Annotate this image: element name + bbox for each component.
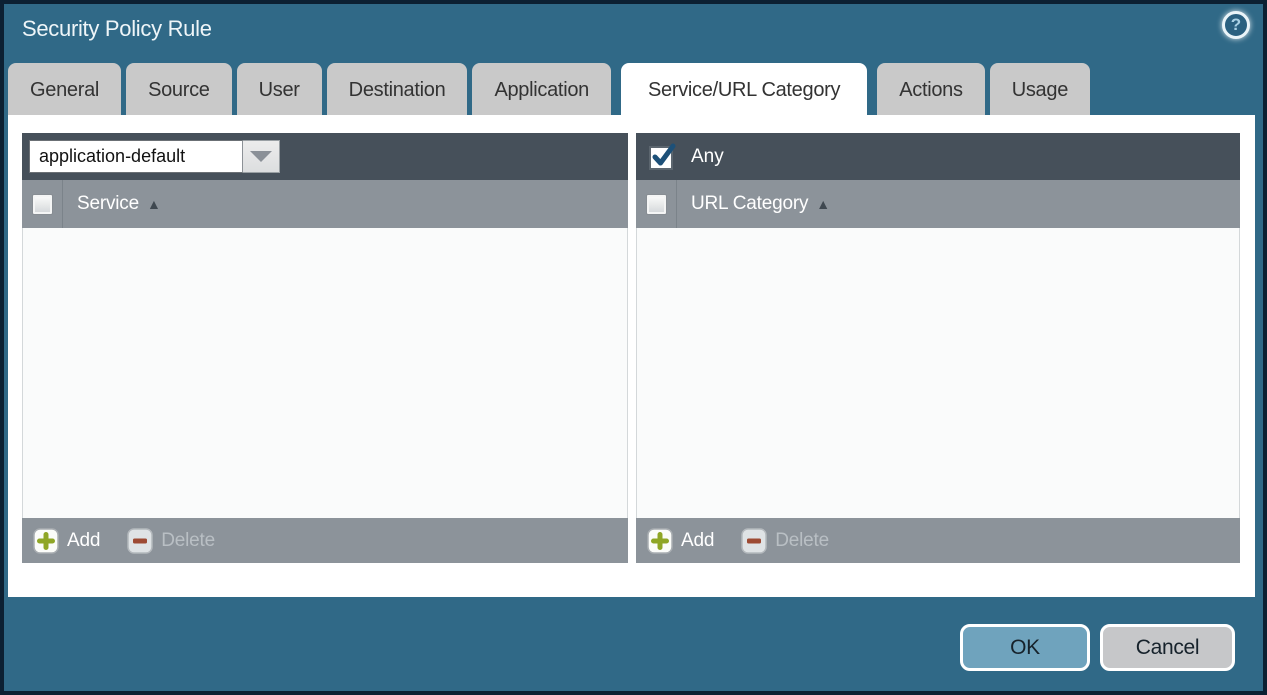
minus-icon xyxy=(127,528,153,554)
security-policy-rule-dialog: Security Policy Rule ? General Source Us… xyxy=(4,4,1263,691)
tab-content-area: Service ▲ Add Delete xyxy=(8,115,1255,597)
delete-button-label: Delete xyxy=(161,530,215,552)
url-category-add-button[interactable]: Add xyxy=(647,528,714,554)
service-table-header: Service ▲ xyxy=(22,180,628,228)
sort-asc-icon[interactable]: ▲ xyxy=(816,196,830,212)
service-delete-button[interactable]: Delete xyxy=(127,528,215,554)
dialog-title: Security Policy Rule xyxy=(22,16,212,42)
service-column-header[interactable]: Service xyxy=(77,193,139,215)
add-button-label: Add xyxy=(67,530,100,552)
url-category-panel: Any URL Category ▲ Add xyxy=(636,133,1240,563)
tab-usage[interactable]: Usage xyxy=(990,63,1090,115)
url-category-table-footer: Add Delete xyxy=(636,518,1240,563)
tab-bar: General Source User Destination Applicat… xyxy=(8,63,1090,115)
url-category-table-header: URL Category ▲ xyxy=(636,180,1240,228)
ok-button[interactable]: OK xyxy=(960,624,1090,671)
url-category-select-all-checkbox[interactable] xyxy=(636,180,677,228)
cancel-button[interactable]: Cancel xyxy=(1100,624,1235,671)
service-table-body[interactable] xyxy=(22,228,628,518)
url-category-column-header[interactable]: URL Category xyxy=(691,193,808,215)
tab-destination[interactable]: Destination xyxy=(327,63,468,115)
service-topbar xyxy=(22,133,628,180)
chevron-down-icon xyxy=(250,151,272,162)
checkbox-icon xyxy=(32,194,53,215)
service-select-all-checkbox[interactable] xyxy=(22,180,63,228)
sort-asc-icon[interactable]: ▲ xyxy=(147,196,161,212)
checkbox-icon xyxy=(646,194,667,215)
service-table-footer: Add Delete xyxy=(22,518,628,563)
tab-source[interactable]: Source xyxy=(126,63,232,115)
url-category-table-body[interactable] xyxy=(636,228,1240,518)
service-add-button[interactable]: Add xyxy=(33,528,100,554)
url-category-delete-button[interactable]: Delete xyxy=(741,528,829,554)
url-category-topbar: Any xyxy=(636,133,1240,180)
delete-button-label: Delete xyxy=(775,530,829,552)
service-type-input[interactable] xyxy=(29,140,243,173)
any-checkbox-checked[interactable] xyxy=(647,142,677,172)
service-type-dropdown xyxy=(29,140,280,173)
help-icon[interactable]: ? xyxy=(1222,11,1250,39)
tab-application[interactable]: Application xyxy=(472,63,611,115)
add-button-label: Add xyxy=(681,530,714,552)
tab-user[interactable]: User xyxy=(237,63,322,115)
tab-actions[interactable]: Actions xyxy=(877,63,985,115)
any-checkbox-label[interactable]: Any xyxy=(691,146,724,168)
tab-general[interactable]: General xyxy=(8,63,121,115)
service-panel: Service ▲ Add Delete xyxy=(22,133,628,563)
tab-service-url-category[interactable]: Service/URL Category xyxy=(621,63,867,115)
help-glyph: ? xyxy=(1231,15,1241,35)
plus-icon xyxy=(647,528,673,554)
plus-icon xyxy=(33,528,59,554)
minus-icon xyxy=(741,528,767,554)
service-type-dropdown-button[interactable] xyxy=(243,140,280,173)
